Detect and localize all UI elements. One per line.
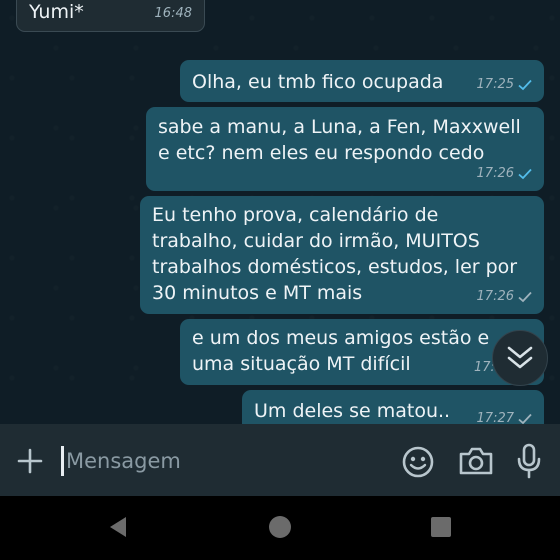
back-triangle-icon[interactable]: [106, 515, 130, 539]
message-time: 16:48: [155, 1, 192, 27]
message-text: e um dos meus amigos estão e uma situaçã…: [192, 327, 490, 375]
system-navigation-bar: [0, 496, 560, 560]
message-time: 17:26: [476, 289, 514, 304]
message-time: 17:25: [476, 77, 514, 92]
outgoing-message[interactable]: sabe a manu, a Luna, a Fen, Maxxwell e e…: [146, 107, 544, 191]
message-text: Olha, eu tmb fico ocupada: [192, 71, 444, 93]
message-meta: 17:26: [477, 161, 532, 187]
message-sender: Yumi*: [29, 1, 84, 23]
message-text: sabe a manu, a Luna, a Fen, Maxxwell e e…: [158, 116, 521, 164]
message-text: Eu tenho prova, calendário de trabalho, …: [152, 204, 518, 304]
message-meta: 17:26: [477, 284, 532, 310]
outgoing-message[interactable]: e um dos meus amigos estão e uma situaçã…: [180, 319, 544, 385]
incoming-message[interactable]: Yumi* 16:48: [16, 0, 205, 32]
outgoing-message[interactable]: Eu tenho prova, calendário de trabalho, …: [140, 196, 544, 314]
message-time-text: 16:48: [154, 6, 192, 21]
recent-square-icon[interactable]: [430, 516, 452, 538]
home-circle-icon[interactable]: [268, 515, 292, 539]
camera-icon[interactable]: [457, 445, 495, 477]
read-check-icon: [518, 168, 532, 180]
microphone-icon[interactable]: [515, 442, 543, 480]
sent-check-icon: [518, 413, 532, 424]
double-chevron-down-icon: [507, 346, 533, 369]
emoji-icon[interactable]: [401, 445, 435, 479]
outgoing-message[interactable]: Olha, eu tmb fico ocupada 17:25: [180, 60, 544, 102]
sent-check-icon: [518, 291, 532, 303]
message-meta: 17:25: [477, 72, 532, 98]
message-input[interactable]: Mensagem: [66, 448, 181, 474]
message-time: 17:26: [476, 166, 514, 181]
read-check-icon: [518, 79, 532, 91]
text-cursor: [61, 446, 64, 476]
outgoing-message[interactable]: Um deles se matou.. 17:27: [242, 390, 544, 424]
message-text: Um deles se matou..: [254, 400, 451, 422]
chat-area[interactable]: Yumi* 16:48 Olha, eu tmb fico ocupada 17…: [0, 0, 560, 424]
scroll-to-bottom-button[interactable]: [492, 330, 548, 386]
message-time: 17:27: [476, 411, 514, 424]
plus-icon[interactable]: [16, 447, 44, 475]
message-meta: 17:27: [477, 406, 532, 424]
